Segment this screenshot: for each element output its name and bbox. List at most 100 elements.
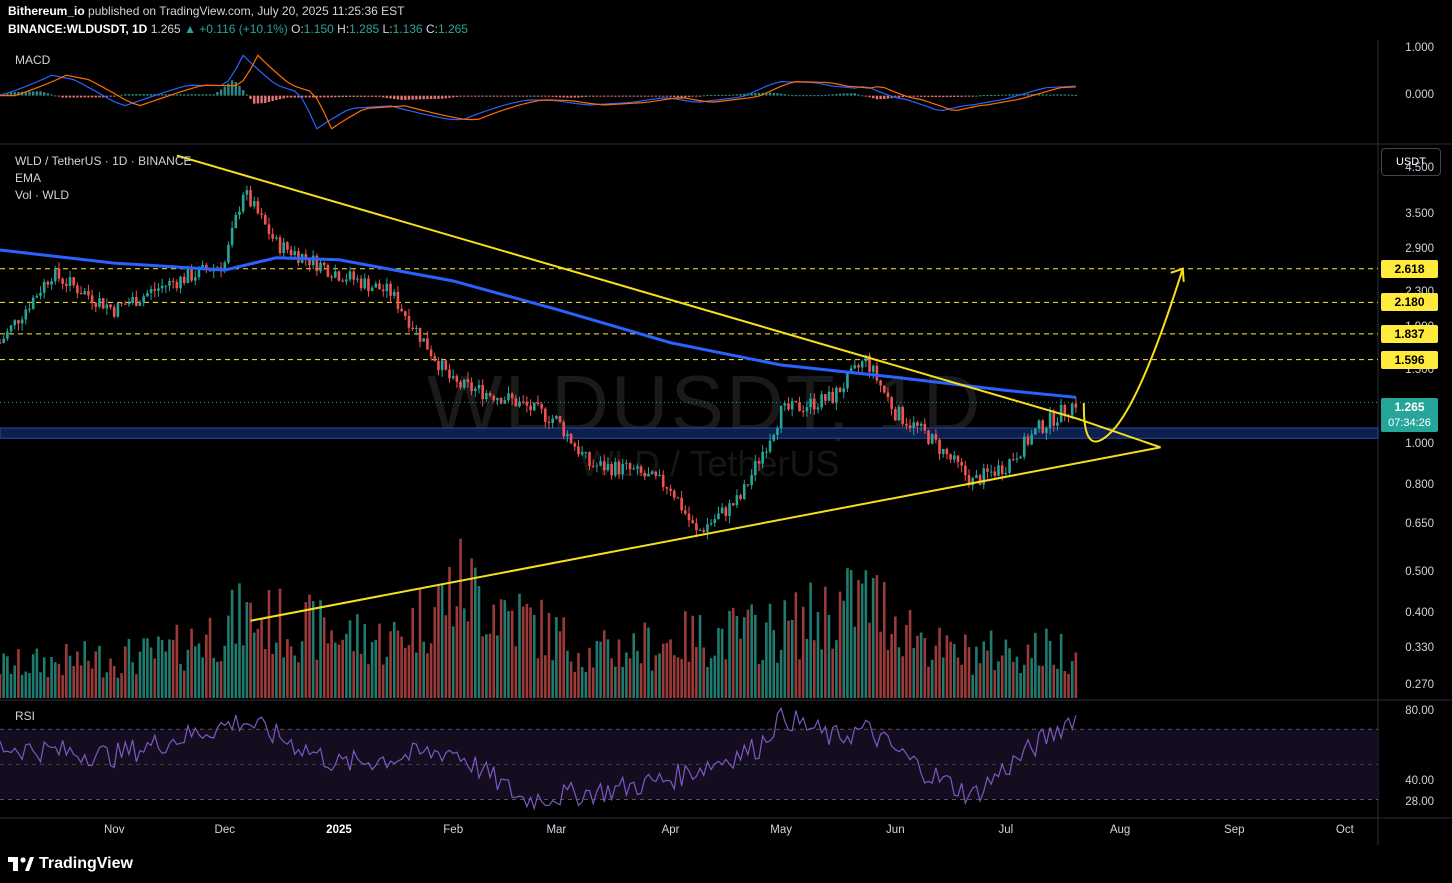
candle-body	[153, 289, 157, 291]
chart-canvas[interactable]	[0, 0, 1452, 883]
macd-hist	[824, 94, 827, 96]
volume-bar	[827, 614, 831, 698]
volume-bar	[53, 662, 57, 698]
macd-label[interactable]: MACD	[15, 53, 50, 67]
volume-bar	[370, 641, 374, 698]
macd-hist	[573, 95, 576, 98]
volume-bar	[779, 649, 783, 698]
macd-hist	[964, 95, 967, 97]
candle-body	[448, 369, 451, 379]
macd-hist	[945, 95, 949, 97]
macd-hist	[754, 92, 757, 96]
tv-logo-icon	[8, 857, 34, 871]
volume-bar	[536, 658, 540, 698]
macd-hist	[381, 95, 385, 98]
candle-body	[886, 392, 890, 398]
candle-body	[831, 391, 834, 404]
macd-hist	[367, 95, 370, 97]
volume-bar	[212, 657, 216, 698]
volume-bar	[967, 647, 971, 698]
macd-hist	[404, 95, 407, 100]
volume-bar	[547, 612, 551, 698]
volume-bar	[275, 642, 278, 698]
macd-hist	[606, 95, 610, 97]
volume-bar	[617, 639, 621, 698]
candle-body	[794, 400, 798, 403]
volume-bar	[772, 630, 776, 698]
rsi-label[interactable]: RSI	[15, 709, 35, 723]
candle-body	[9, 325, 13, 332]
candle-body	[728, 503, 731, 517]
candle-body	[577, 446, 580, 455]
candle-body	[934, 434, 938, 440]
macd-hist	[1026, 94, 1030, 96]
candle-body	[897, 407, 901, 421]
macd-hist	[794, 95, 798, 97]
macd-hist	[459, 95, 462, 97]
candle-body	[57, 268, 61, 279]
volume-bar	[241, 645, 245, 698]
volume-bar	[1004, 639, 1008, 698]
volume-bar	[739, 638, 742, 698]
volume-bar	[503, 600, 507, 698]
volume-bar	[138, 651, 142, 698]
level-tag: 2.180	[1381, 293, 1438, 312]
volume-bar	[1048, 640, 1052, 698]
candle-body	[536, 402, 540, 405]
candle-body	[835, 387, 838, 404]
candle-body	[496, 398, 499, 401]
candle-body	[440, 360, 444, 371]
macd-hist	[975, 95, 978, 97]
volume-bar	[46, 677, 50, 698]
macd-hist	[485, 95, 488, 97]
volume-bar	[1030, 658, 1033, 698]
macd-hist	[942, 95, 945, 98]
price-tick: 4.500	[1405, 162, 1434, 175]
tradingview-logo[interactable]: TradingView	[8, 855, 133, 873]
candle-body	[912, 422, 916, 428]
macd-hist	[245, 94, 249, 96]
candle-body	[485, 392, 488, 400]
macd-hist	[197, 94, 201, 96]
candle-body	[87, 291, 90, 296]
ema-line	[0, 248, 1077, 399]
candle-body	[348, 271, 352, 280]
macd-hist	[407, 95, 411, 100]
main-title[interactable]: WLD / TetherUS · 1D · BINANCE	[15, 154, 191, 168]
ema-label[interactable]: EMA	[15, 171, 41, 185]
candle-body	[558, 416, 562, 423]
candle-body	[949, 454, 952, 460]
volume-bar	[485, 634, 488, 698]
volume-bar	[720, 628, 724, 698]
candle-body	[252, 201, 256, 207]
candle-body	[1004, 472, 1008, 475]
volume-bar	[256, 628, 260, 698]
candle-body	[171, 280, 175, 283]
volume-bar	[333, 642, 337, 698]
macd-hist	[352, 95, 355, 97]
volume-bar	[252, 632, 256, 698]
macd-hist	[953, 95, 956, 97]
candle-body	[230, 227, 234, 245]
volume-bar	[42, 657, 46, 698]
candle-body	[160, 285, 164, 289]
volume-bar	[1052, 664, 1056, 698]
candle-body	[551, 418, 554, 424]
volume-bar	[812, 640, 816, 698]
macd-hist	[658, 95, 661, 97]
candle-body	[389, 283, 392, 296]
macd-line	[0, 54, 1076, 130]
candle-body	[481, 385, 484, 400]
macd-hist	[691, 95, 694, 97]
macd-hist	[496, 95, 499, 97]
volume-label[interactable]: Vol · WLD	[15, 188, 69, 202]
macd-hist	[599, 95, 602, 97]
volume-bar	[411, 607, 414, 698]
candle-body	[426, 338, 429, 350]
macd-hist	[739, 94, 742, 96]
candle-body	[1022, 436, 1026, 457]
candle-body	[669, 488, 672, 491]
volume-bar	[842, 600, 846, 698]
candle-body	[182, 276, 186, 284]
macd-hist	[1067, 94, 1070, 96]
